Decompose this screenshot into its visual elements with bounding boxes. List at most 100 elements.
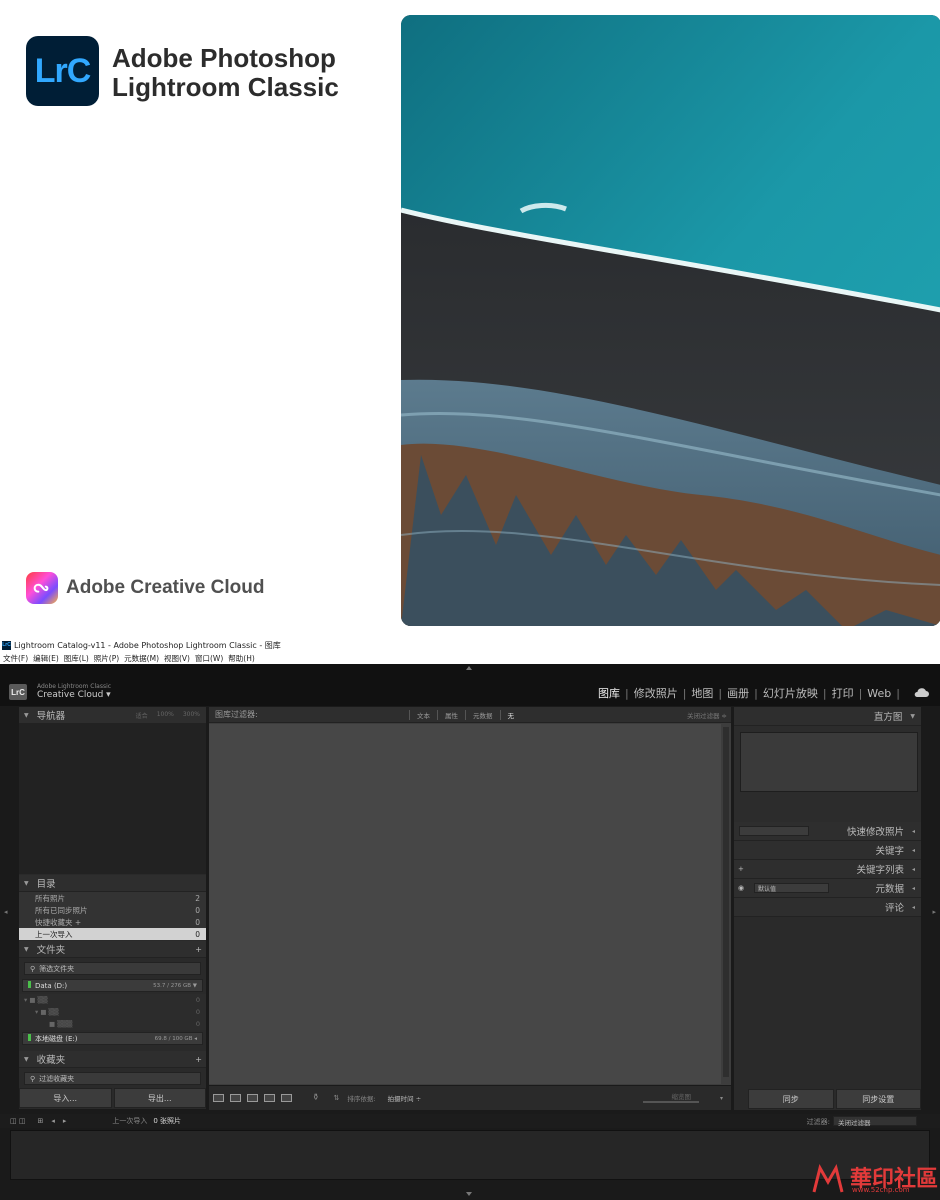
survey-view-icon[interactable] (264, 1094, 275, 1102)
comments-header[interactable]: 评论 ◂ (734, 898, 921, 917)
filmstrip-filter-select[interactable]: 关闭过滤器 (833, 1116, 917, 1127)
triangle-left-icon: ◂ (911, 884, 915, 892)
triangle-down-icon: ▼ (910, 712, 915, 720)
catalog-item-all-photos[interactable]: 所有照片 2 (19, 892, 206, 904)
compare-view-icon[interactable] (247, 1094, 258, 1102)
loupe-view-icon[interactable] (230, 1094, 241, 1102)
volume-local-e[interactable]: 本地磁盘 (E:) 69.8 / 100 GB ◂ (22, 1032, 203, 1045)
creative-cloud-icon (26, 572, 58, 604)
filmstrip-source[interactable]: 上一次导入 (112, 1116, 147, 1126)
identity-line2[interactable]: Creative Cloud ▾ (37, 690, 111, 700)
people-view-icon[interactable] (281, 1094, 292, 1102)
lrc-app-icon: LrC (2, 640, 11, 650)
export-button[interactable]: 导出... (113, 1088, 206, 1108)
collapse-left-icon[interactable]: ◂ (4, 908, 8, 916)
collections-header[interactable]: ▼ 收藏夹 + (19, 1051, 206, 1068)
menu-view[interactable]: 视图(V) (164, 653, 190, 664)
cloud-sync-icon[interactable] (913, 686, 929, 698)
identity-line1: Adobe Lightroom Classic (37, 683, 112, 690)
grid-scrollbar[interactable] (723, 727, 729, 1077)
catalog-item-previous-import[interactable]: 上一次导入 0 (19, 928, 206, 940)
catalog-header[interactable]: ▼ 目录 (19, 875, 206, 892)
toolbar-menu-icon[interactable]: ▾ (720, 1095, 723, 1102)
forward-icon[interactable]: ▸ (63, 1117, 67, 1125)
product-name-line2: Lightroom Classic (112, 72, 339, 102)
folder-tree-row[interactable]: ▾ ■ ▒▒ 0 (19, 994, 206, 1006)
menu-library[interactable]: 图库(L) (64, 653, 89, 664)
folder-tree-row[interactable]: ▾ ■ ▒▒ 0 (19, 1006, 206, 1018)
sync-button[interactable]: 同步 (748, 1089, 834, 1109)
filter-folders-input[interactable]: ⚲ 筛选文件夹 (24, 962, 201, 975)
histogram-area (734, 726, 921, 822)
folders-header[interactable]: ▼ 文件夹 + (19, 941, 206, 958)
creative-cloud-label: Adobe Creative Cloud (66, 577, 265, 598)
catalog-item-quick-collection[interactable]: 快捷收藏夹 +0 (19, 916, 206, 928)
menu-window[interactable]: 窗口(W) (195, 653, 223, 664)
keyword-list-header[interactable]: + 关键字列表 ◂ (734, 860, 921, 879)
add-keyword-icon[interactable]: + (738, 865, 744, 873)
module-library[interactable]: 图库 (593, 685, 625, 701)
watermark: 華印社區 www.52cnp.com (810, 1162, 938, 1198)
back-icon[interactable]: ◂ (51, 1117, 55, 1125)
module-book[interactable]: 画册 (722, 685, 754, 701)
filter-none[interactable]: 无 (499, 710, 522, 720)
add-folder-icon[interactable]: + (195, 945, 202, 954)
module-print[interactable]: 打印 (827, 685, 859, 701)
product-name: Adobe Photoshop Lightroom Classic (112, 44, 339, 102)
filter-metadata[interactable]: 元数据 (465, 710, 500, 720)
filter-preset-select[interactable]: 关闭过滤器 ≑ (687, 710, 727, 720)
menu-photo[interactable]: 照片(P) (94, 653, 119, 664)
collections-section: ▼ 收藏夹 + ⚲ 过滤收藏夹 (19, 1051, 206, 1089)
menu-help[interactable]: 帮助(H) (228, 653, 255, 664)
menu-metadata[interactable]: 元数据(M) (124, 653, 159, 664)
folder-icon: ▾ ■ ▒▒ (35, 1008, 59, 1016)
module-map[interactable]: 地图 (686, 685, 718, 701)
second-window-icon[interactable]: ◫ ◫ (10, 1117, 25, 1125)
filter-collections-input[interactable]: ⚲ 过滤收藏夹 (24, 1072, 201, 1085)
zoom-100[interactable]: 100% (157, 711, 174, 720)
grid-view-icon[interactable] (213, 1094, 224, 1102)
keywording-header[interactable]: 关键字 ◂ (734, 841, 921, 860)
volume-status-icon (28, 1033, 31, 1041)
eye-icon[interactable]: ◉ (738, 884, 744, 892)
thumbnail-size-slider[interactable] (643, 1101, 699, 1103)
filter-attribute[interactable]: 属性 (437, 710, 465, 720)
right-panel: 直方图 ▼ 快速修改照片 ◂ 关键字 ◂ + 关键字列表 ◂ ◉ 默认值 元数据 ◂ 评论 ◂ (734, 707, 921, 1110)
menu-file[interactable]: 文件(F) (3, 653, 28, 664)
zoom-fit[interactable]: 适合 (136, 711, 148, 720)
volume-data-d[interactable]: Data (D:) 53.7 / 276 GB ▼ (22, 979, 203, 992)
navigator-header[interactable]: ▼ 导航器 适合 100% 300% (19, 707, 206, 724)
filmstrip[interactable] (10, 1130, 930, 1180)
lightroom-app: LrC Adobe Lightroom Classic Creative Clo… (0, 664, 940, 1200)
metadata-preset-select[interactable]: 默认值 (754, 883, 829, 893)
thumbnail-grid[interactable] (209, 724, 721, 1084)
collapse-right-icon[interactable]: ▸ (932, 908, 936, 916)
sort-direction-icon[interactable]: ⇅ (334, 1094, 340, 1102)
grid-icon[interactable]: ⊞ (37, 1117, 43, 1125)
module-develop[interactable]: 修改照片 (629, 685, 683, 701)
metadata-header[interactable]: ◉ 默认值 元数据 ◂ (734, 879, 921, 898)
histogram-header[interactable]: 直方图 ▼ (734, 707, 921, 726)
folder-tree-row[interactable]: ■ ▒▒▒ 0 (19, 1018, 206, 1030)
navigator-title: 导航器 (36, 711, 66, 722)
catalog-item-synced[interactable]: 所有已同步照片 0 (19, 904, 206, 916)
module-picker: 图库 | 修改照片 | 地图 | 画册 | 幻灯片放映 | 打印 | Web | (593, 685, 900, 701)
catalog-section: ▼ 目录 所有照片 2 所有已同步照片 0 快捷收藏夹 +0 上一次导入 0 (19, 875, 206, 940)
spray-can-icon[interactable]: ⚱ (312, 1093, 320, 1103)
quick-develop-header[interactable]: 快速修改照片 ◂ (734, 822, 921, 841)
menu-edit[interactable]: 编辑(E) (33, 653, 59, 664)
zoom-300[interactable]: 300% (183, 711, 200, 720)
triangle-down-icon: ▼ (24, 945, 29, 953)
collapse-top-icon[interactable] (466, 666, 472, 670)
search-icon: ⚲ (30, 1074, 36, 1083)
saved-preset-select[interactable] (739, 826, 809, 836)
collapse-bottom-icon[interactable] (466, 1192, 472, 1196)
filter-text[interactable]: 文本 (409, 710, 437, 720)
sync-settings-button[interactable]: 同步设置 (835, 1089, 921, 1109)
module-slideshow[interactable]: 幻灯片放映 (758, 685, 823, 701)
sort-select[interactable]: 拍摄时间 ÷ (388, 1093, 422, 1103)
product-name-line1: Adobe Photoshop (112, 43, 336, 73)
module-web[interactable]: Web (862, 687, 896, 700)
import-button[interactable]: 导入... (19, 1088, 112, 1108)
add-collection-icon[interactable]: + (195, 1055, 202, 1064)
